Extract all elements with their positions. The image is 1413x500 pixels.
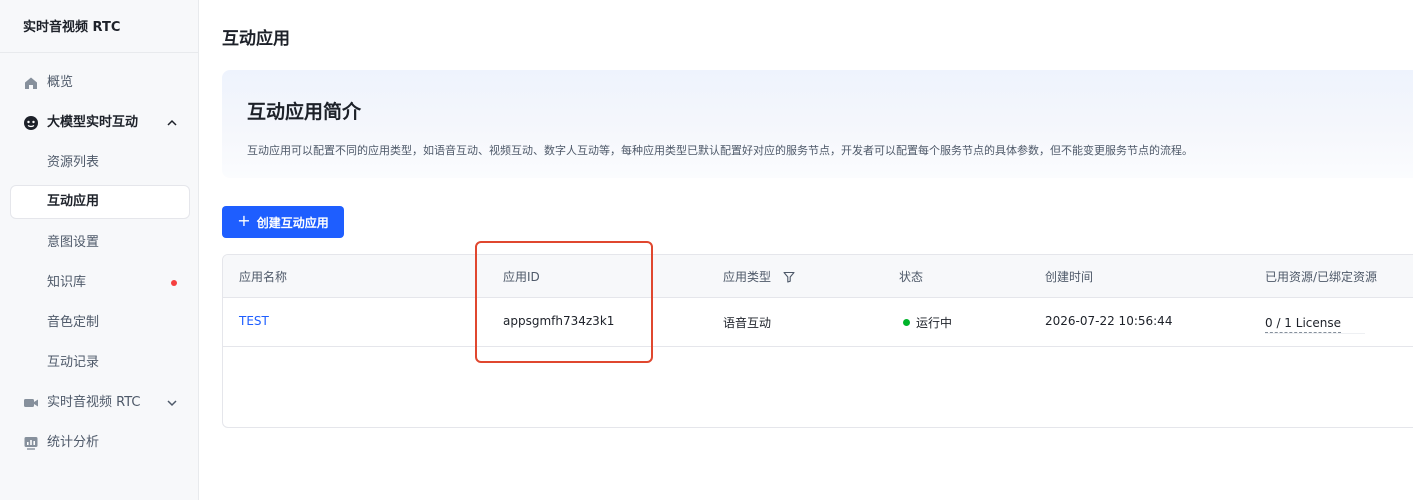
- status-cell: 运行中: [903, 314, 952, 331]
- filter-icon[interactable]: [783, 271, 795, 283]
- column-header-app-type[interactable]: 应用类型: [723, 268, 795, 285]
- sidebar-item-voice-customization[interactable]: 音色定制: [10, 306, 190, 340]
- sidebar-item-label: 资源列表: [47, 155, 100, 170]
- sidebar-item-label: 知识库: [47, 275, 87, 290]
- sidebar-item-label: 意图设置: [47, 235, 100, 250]
- sidebar: 实时音视频 RTC 概览 大模型实时互动 资源列表 互动应用 意图设置 知识库 …: [0, 0, 199, 500]
- intro-description: 互动应用可以配置不同的应用类型，如语音互动、视频互动、数字人互动等，每种应用类型…: [247, 144, 1193, 157]
- sidebar-item-interaction-records[interactable]: 互动记录: [10, 346, 190, 380]
- create-app-button[interactable]: + 创建互动应用: [222, 206, 344, 238]
- table-row: TEST appsgmfh734z3k1 语音互动 运行中 2026-07-22…: [223, 298, 1413, 347]
- app-name-link[interactable]: TEST: [239, 314, 269, 328]
- chart-icon: [24, 437, 38, 450]
- column-header-created: 创建时间: [1045, 270, 1094, 284]
- column-header-label: 应用类型: [723, 270, 772, 284]
- sidebar-item-overview[interactable]: 概览: [10, 66, 190, 100]
- app-id-cell: appsgmfh734z3k1: [503, 314, 615, 328]
- sidebar-item-interactive-apps[interactable]: 互动应用: [10, 185, 190, 219]
- home-icon: [25, 77, 37, 89]
- app-type-cell: 语音互动: [723, 316, 772, 330]
- sidebar-item-label: 互动应用: [47, 194, 100, 209]
- sidebar-item-intent-settings[interactable]: 意图设置: [10, 226, 190, 260]
- sidebar-item-resource-list[interactable]: 资源列表: [10, 146, 190, 180]
- column-header-app-id: 应用ID: [503, 270, 540, 284]
- page-title: 互动应用: [222, 29, 290, 49]
- status-running-dot: [903, 319, 910, 326]
- notification-dot: [171, 280, 177, 286]
- chevron-up-icon: [167, 119, 177, 126]
- sidebar-item-label: 实时音视频 RTC: [47, 395, 141, 410]
- sidebar-item-label: 音色定制: [47, 315, 100, 330]
- sidebar-item-label: 大模型实时互动: [47, 115, 139, 130]
- ai-face-icon: [24, 116, 38, 130]
- column-header-status: 状态: [899, 270, 924, 284]
- main-content: 互动应用 互动应用简介 互动应用可以配置不同的应用类型，如语音互动、视频互动、数…: [200, 0, 1413, 500]
- chevron-down-icon: [167, 400, 177, 407]
- sidebar-item-statistics[interactable]: 统计分析: [10, 426, 190, 460]
- resource-cell: 0 / 1 License: [1265, 312, 1365, 334]
- video-icon: [24, 399, 38, 407]
- license-usage-link[interactable]: 0 / 1 License: [1265, 316, 1341, 333]
- table-header: 应用名称 应用ID 应用类型 状态 创建时间 已用资源/已绑定资源: [223, 255, 1413, 298]
- status-label: 运行中: [916, 316, 953, 330]
- app-window: 实时音视频 RTC 概览 大模型实时互动 资源列表 互动应用 意图设置 知识库 …: [0, 0, 1413, 500]
- created-time-cell: 2026-07-22 10:56:44: [1045, 314, 1173, 328]
- sidebar-item-label: 互动记录: [47, 355, 100, 370]
- intro-title: 互动应用简介: [247, 101, 362, 123]
- column-header-name: 应用名称: [239, 270, 288, 284]
- sidebar-group-rtc[interactable]: 实时音视频 RTC: [10, 386, 190, 420]
- product-title: 实时音视频 RTC: [0, 0, 198, 53]
- sidebar-item-knowledge-base[interactable]: 知识库: [10, 266, 190, 300]
- intro-banner: 互动应用简介 互动应用可以配置不同的应用类型，如语音互动、视频互动、数字人互动等…: [222, 70, 1413, 178]
- sidebar-item-label: 统计分析: [47, 435, 100, 450]
- column-header-resources: 已用资源/已绑定资源: [1265, 270, 1378, 284]
- apps-table: 应用名称 应用ID 应用类型 状态 创建时间 已用资源/已绑定资源 TEST a…: [222, 254, 1413, 428]
- sidebar-item-label: 概览: [47, 75, 74, 90]
- create-app-label: 创建互动应用: [256, 215, 329, 230]
- plus-icon: +: [237, 211, 251, 230]
- sidebar-group-llm-realtime[interactable]: 大模型实时互动: [10, 106, 190, 140]
